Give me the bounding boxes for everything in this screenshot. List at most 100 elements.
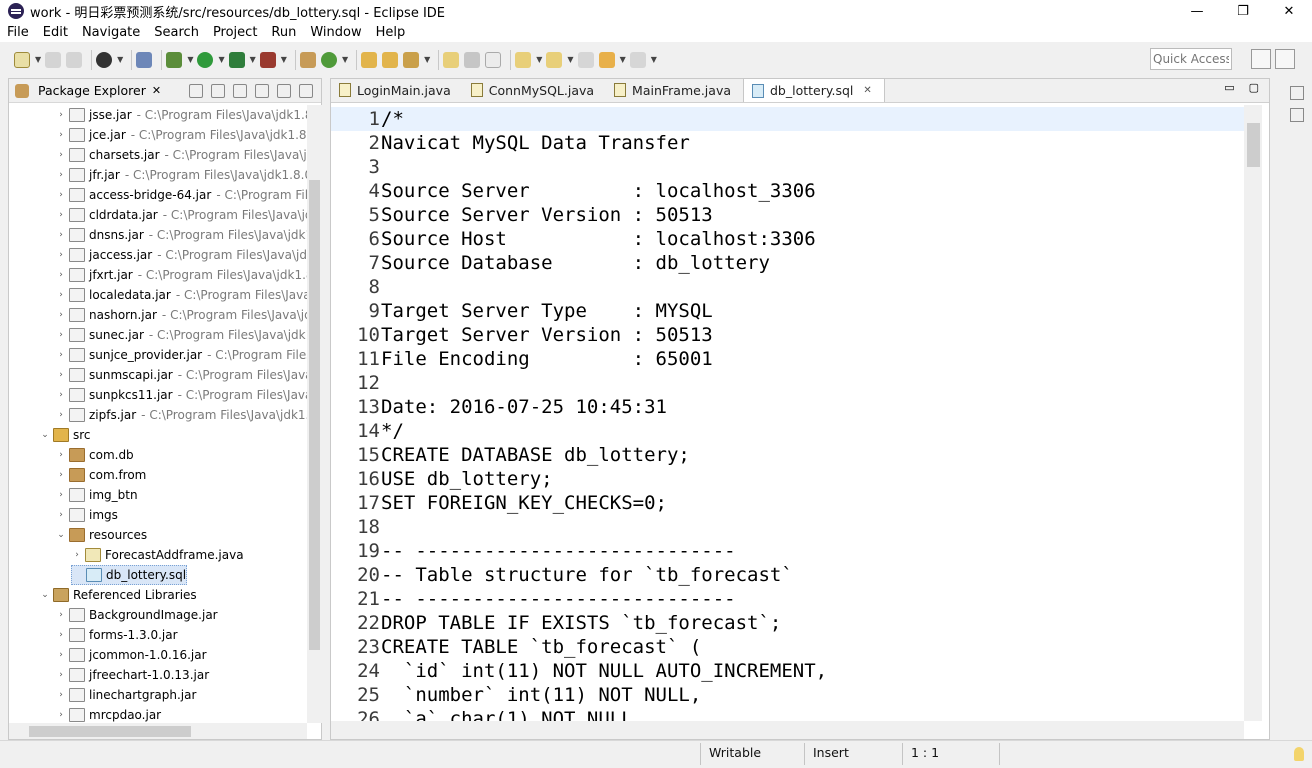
tree-item[interactable]: › com.from [55,465,146,485]
quick-access-input[interactable] [1150,48,1232,70]
maximize-view-icon[interactable] [299,83,313,98]
chevron-down-icon[interactable]: ▼ [536,55,542,64]
editor-tab[interactable]: MainFrame.java [606,78,743,102]
tree-item[interactable]: › jfxrt.jar - C:\Program Files\Java\jdk1.8… [55,265,307,285]
collapsed-chevron-icon[interactable]: › [55,370,67,380]
tree-item[interactable]: › jaccess.jar - C:\Program Files\Java\jdk [55,245,307,265]
collapsed-chevron-icon[interactable]: › [55,350,67,360]
collapsed-chevron-icon[interactable]: › [55,510,67,520]
outline-icon[interactable] [1290,108,1304,122]
expanded-chevron-icon[interactable]: ⌄ [39,430,51,440]
tree-item[interactable]: › sunmscapi.jar - C:\Program Files\Java\ [55,365,307,385]
link-with-editor-icon[interactable] [211,83,225,98]
collapsed-chevron-icon[interactable]: › [55,630,67,640]
chevron-down-icon[interactable]: ▼ [281,55,287,64]
open-type-icon[interactable] [361,51,378,68]
focus-icon[interactable] [233,83,247,98]
close-icon[interactable]: ✕ [152,84,161,97]
chevron-down-icon[interactable]: ▼ [250,55,256,64]
minimize-editor-icon[interactable]: ▭ [1224,81,1234,94]
collapsed-chevron-icon[interactable]: › [55,150,67,160]
expanded-chevron-icon[interactable]: ⌄ [39,590,51,600]
scrollbar-thumb[interactable] [29,726,191,737]
chevron-down-icon[interactable]: ▼ [620,55,626,64]
collapse-all-icon[interactable] [189,83,203,98]
run-icon[interactable] [197,51,214,68]
package-explorer-title[interactable]: Package Explorer [38,83,146,98]
chevron-down-icon[interactable]: ▼ [567,55,573,64]
restore-icon[interactable] [1290,86,1304,100]
collapsed-chevron-icon[interactable]: › [55,690,67,700]
close-button[interactable]: ✕ [1266,0,1312,22]
expanded-chevron-icon[interactable]: ⌄ [55,530,67,540]
tree-item[interactable]: › jcommon-1.0.16.jar [55,645,207,665]
collapsed-chevron-icon[interactable]: › [55,250,67,260]
chevron-down-icon[interactable]: ▼ [117,55,123,64]
tree-item[interactable]: › ForecastAddframe.java [71,545,244,565]
toggle-mark-occurrences-icon[interactable] [443,51,460,68]
minimize-view-icon[interactable] [277,83,291,98]
save-all-icon[interactable] [66,51,83,68]
debug-icon[interactable] [166,51,183,68]
search-icon[interactable] [403,51,420,68]
new-class-icon[interactable] [320,51,337,68]
close-tab-icon[interactable]: ✕ [863,85,871,96]
horizontal-scrollbar[interactable] [9,723,307,739]
collapsed-chevron-icon[interactable]: › [55,190,67,200]
open-resource-icon[interactable] [382,51,399,68]
view-menu-icon[interactable] [255,83,269,98]
chevron-down-icon[interactable]: ▼ [651,55,657,64]
tree-item[interactable]: › zipfs.jar - C:\Program Files\Java\jdk1.8… [55,405,307,425]
tree-item[interactable]: › localedata.jar - C:\Program Files\Java\ [55,285,307,305]
collapsed-chevron-icon[interactable]: › [55,490,67,500]
tree-item[interactable]: › charsets.jar - C:\Program Files\Java\jd [55,145,307,165]
new-icon[interactable] [14,51,30,68]
menu-run[interactable]: Run [264,25,303,40]
editor-tab[interactable]: db_lottery.sql ✕ [743,78,885,102]
word-wrap-icon[interactable] [464,51,481,68]
tree-item[interactable]: › jfr.jar - C:\Program Files\Java\jdk1.8.0 [55,165,307,185]
new-package-icon[interactable] [299,51,316,68]
collapsed-chevron-icon[interactable]: › [55,610,67,620]
collapsed-chevron-icon[interactable]: › [55,170,67,180]
editor-horizontal-scrollbar[interactable] [331,721,1244,739]
account-icon[interactable] [96,51,113,68]
menu-window[interactable]: Window [303,25,368,40]
tip-lightbulb-icon[interactable] [1294,747,1304,761]
chevron-down-icon[interactable]: ▼ [187,55,193,64]
tree-item[interactable]: › jsse.jar - C:\Program Files\Java\jdk1.8.… [55,105,307,125]
collapsed-chevron-icon[interactable]: › [55,270,67,280]
chevron-down-icon[interactable]: ▼ [35,55,41,64]
tree-item[interactable]: › dnsns.jar - C:\Program Files\Java\jdk1 [55,225,307,245]
collapsed-chevron-icon[interactable]: › [55,470,67,480]
collapsed-chevron-icon[interactable]: › [55,650,67,660]
next-annotation-icon[interactable] [515,51,532,68]
collapsed-chevron-icon[interactable]: › [55,710,67,720]
scrollbar-thumb[interactable] [1247,123,1260,167]
forward-arrow-icon[interactable] [629,51,646,68]
menu-search[interactable]: Search [147,25,206,40]
collapsed-chevron-icon[interactable]: › [55,410,67,420]
coverage-icon[interactable] [228,51,245,68]
collapsed-chevron-icon[interactable]: › [55,110,67,120]
maximize-editor-icon[interactable]: ▢ [1249,81,1259,94]
tree-item[interactable]: › mrcpdao.jar [55,705,161,723]
external-tools-icon[interactable] [259,51,276,68]
chevron-down-icon[interactable]: ▼ [218,55,224,64]
tree-item[interactable]: › jfreechart-1.0.13.jar [55,665,209,685]
tree-item[interactable]: › access-bridge-64.jar - C:\Program File [55,185,307,205]
tree-item[interactable]: › linechartgraph.jar [55,685,196,705]
tree-item[interactable]: › img_btn [55,485,138,505]
menu-project[interactable]: Project [206,25,264,40]
java-perspective-icon[interactable] [1275,49,1295,69]
open-perspective-icon[interactable] [1251,49,1271,69]
editor-vertical-scrollbar[interactable] [1244,105,1262,721]
tree-item[interactable]: › BackgroundImage.jar [55,605,218,625]
tree-item[interactable]: db_lottery.sql [71,565,188,585]
collapsed-chevron-icon[interactable]: › [55,310,67,320]
minimize-button[interactable]: — [1174,0,1220,22]
collapsed-chevron-icon[interactable]: › [55,210,67,220]
tree-item[interactable]: › sunpkcs11.jar - C:\Program Files\Java\ [55,385,307,405]
code-editor[interactable]: 1/* 2 Navicat MySQL Data Transfer 3 4 Source … [331,105,1244,721]
scrollbar-thumb[interactable] [309,180,320,650]
